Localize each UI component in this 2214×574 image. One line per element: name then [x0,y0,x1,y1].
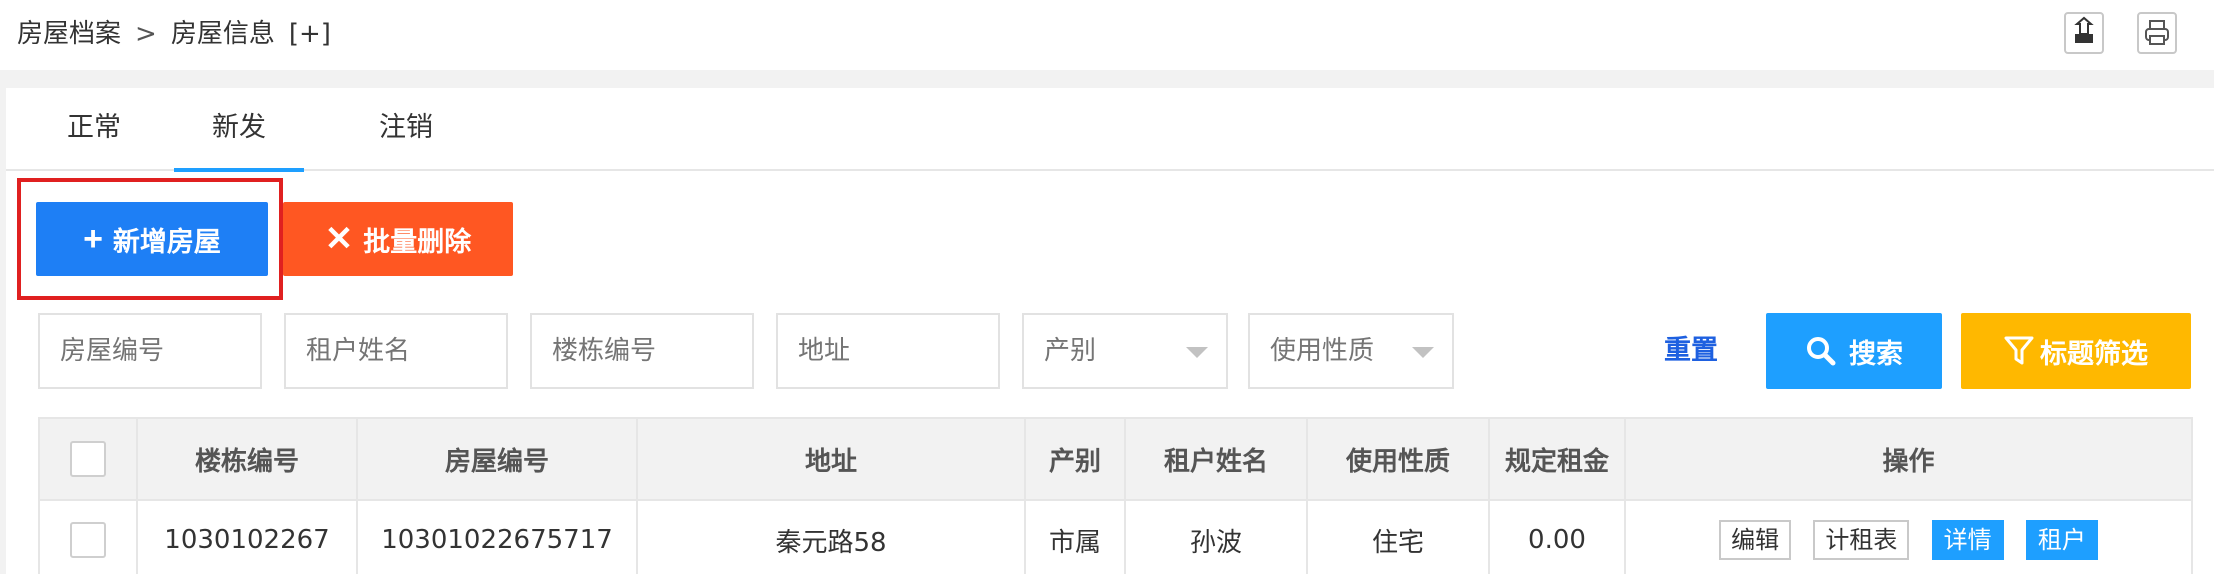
building-no-cell: 1030102267 [136,499,358,574]
ownership-select-value: 产别 [1044,336,1097,366]
ownership-cell: 市属 [1024,499,1126,574]
rent-cell: 0.00 [1488,499,1626,574]
column-header-address[interactable]: 地址 [636,417,1026,501]
column-header-ownership[interactable]: 产别 [1024,417,1126,501]
address-cell: 秦元路58 [636,499,1026,574]
plus-icon: + [83,220,103,258]
add-house-label: 新增房屋 [112,226,221,257]
select-all-checkbox[interactable] [70,441,106,477]
row-checkbox[interactable] [70,522,106,558]
row-select-cell [38,499,138,574]
address-input[interactable] [776,313,1000,389]
usage-type-select[interactable]: 使用性质 [1248,313,1454,389]
house-table: 楼栋编号 房屋编号 地址 产别 租户姓名 使用性质 规定租金 操作 103010… [38,417,2193,574]
search-icon [1807,337,1836,366]
usage-type-select-value: 使用性质 [1270,336,1375,366]
ownership-select[interactable]: 产别 [1022,313,1228,389]
tab-bar: 正常 新发 注销 [6,88,2214,172]
breadcrumb-separator: > [135,19,157,49]
building-number-input[interactable] [530,313,754,389]
print-icon [2145,20,2169,45]
tab-cancelled[interactable]: 注销 [346,88,466,171]
print-button[interactable] [2137,12,2177,54]
column-header-house-no[interactable]: 房屋编号 [356,417,638,501]
search-label: 搜索 [1849,338,1903,369]
column-header-usage[interactable]: 使用性质 [1306,417,1490,501]
batch-delete-label: 批量删除 [363,226,472,257]
actions-cell: 编辑 计租表 详情 租户 [1624,499,2193,574]
tab-new-issued[interactable]: 新发 [174,88,304,172]
breadcrumb-expand-toggle[interactable]: [+] [289,19,331,49]
chevron-down-icon [1186,347,1208,358]
table-row: 1030102267 10301022675717 秦元路58 市属 孙波 住宅… [38,499,2193,574]
rent-schedule-button[interactable]: 计租表 [1813,520,1910,560]
breadcrumb: 房屋档案 > 房屋信息 [+] [17,14,331,54]
reset-link[interactable]: 重置 [1664,328,1718,367]
main-panel: 正常 新发 注销 + 新增房屋 ✕ 批量删除 产别 使用性质 重置 搜索 标题筛… [6,88,2214,574]
batch-delete-button[interactable]: ✕ 批量删除 [283,202,513,276]
column-header-tenant[interactable]: 租户姓名 [1124,417,1308,501]
filter-icon [2004,336,2034,365]
column-header-building-no[interactable]: 楼栋编号 [136,417,358,501]
export-icon [2074,16,2094,43]
tenant-cell: 孙波 [1124,499,1308,574]
export-button[interactable] [2064,12,2104,54]
column-header-rent[interactable]: 规定租金 [1488,417,1626,501]
title-filter-button[interactable]: 标题筛选 [1961,313,2191,389]
breadcrumb-parent[interactable]: 房屋档案 [17,19,121,49]
tenant-button[interactable]: 租户 [2025,520,2098,560]
add-house-button[interactable]: + 新增房屋 [36,202,268,276]
tenant-name-input[interactable] [284,313,508,389]
tab-normal[interactable]: 正常 [34,88,154,171]
search-button[interactable]: 搜索 [1766,313,1942,389]
close-icon: ✕ [324,220,354,258]
chevron-down-icon [1412,347,1434,358]
usage-cell: 住宅 [1306,499,1490,574]
house-no-cell: 10301022675717 [356,499,638,574]
details-button[interactable]: 详情 [1931,520,2004,560]
house-number-input[interactable] [38,313,262,389]
select-all-cell [38,417,138,501]
breadcrumb-current: 房屋信息 [170,19,275,49]
title-filter-label: 标题筛选 [2040,338,2148,369]
column-header-actions: 操作 [1624,417,2193,501]
edit-button[interactable]: 编辑 [1719,520,1792,560]
table-header-row: 楼栋编号 房屋编号 地址 产别 租户姓名 使用性质 规定租金 操作 [38,417,2193,501]
breadcrumb-bar: 房屋档案 > 房屋信息 [+] [0,0,2214,70]
